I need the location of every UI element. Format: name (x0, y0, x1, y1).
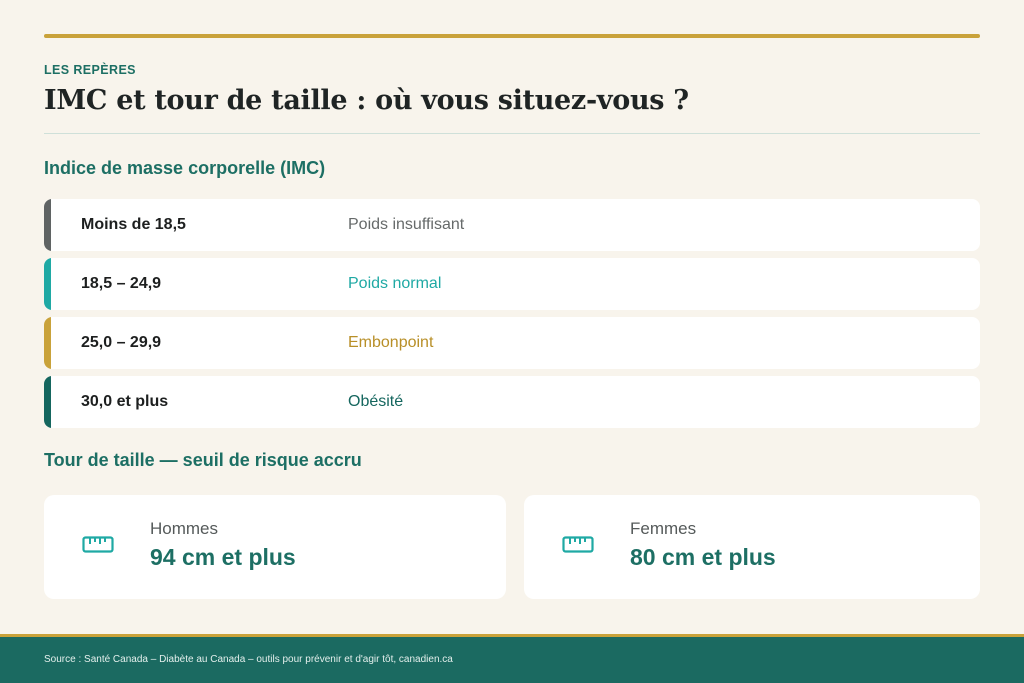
bmi-category: Poids insuffisant (348, 216, 465, 233)
waist-threshold-value: 94 cm et plus (150, 544, 296, 570)
waist-section-heading: Tour de taille — seuil de risque accru (44, 450, 362, 470)
footer-bar: Source : Santé Canada – Diabète au Canad… (0, 634, 1024, 683)
ruler-icon (562, 535, 594, 560)
bmi-category: Obésité (348, 393, 404, 410)
row-accent-bar (44, 317, 51, 369)
bmi-row-overweight: 25,0 – 29,9 Embonpoint (44, 317, 980, 369)
bmi-category: Embonpoint (348, 334, 434, 351)
ruler-icon (82, 535, 114, 560)
title-divider (44, 133, 980, 134)
source-citation: Source : Santé Canada – Diabète au Canad… (44, 654, 453, 665)
row-accent-bar (44, 376, 51, 428)
waist-threshold-value: 80 cm et plus (630, 544, 776, 570)
page-title: IMC et tour de taille : où vous situez-v… (44, 85, 689, 116)
bmi-row-normal: 18,5 – 24,9 Poids normal (44, 258, 980, 310)
bmi-range: Moins de 18,5 (81, 216, 186, 233)
waist-group-label: Femmes (630, 519, 697, 538)
bmi-section-heading: Indice de masse corporelle (IMC) (44, 158, 326, 178)
waist-card-women: Femmes 80 cm et plus (524, 495, 980, 599)
bmi-row-obesity: 30,0 et plus Obésité (44, 376, 980, 428)
eyebrow-label: LES REPÈRES (44, 63, 136, 77)
waist-card-men: Hommes 94 cm et plus (44, 495, 506, 599)
bmi-category: Poids normal (348, 275, 442, 292)
row-accent-bar (44, 258, 51, 310)
bmi-row-underweight: Moins de 18,5 Poids insuffisant (44, 199, 980, 251)
waist-group-label: Hommes (150, 519, 219, 538)
top-gold-rule (44, 34, 980, 38)
bmi-range: 18,5 – 24,9 (81, 275, 162, 292)
row-accent-bar (44, 199, 51, 251)
bmi-range: 25,0 – 29,9 (81, 334, 162, 351)
bmi-range: 30,0 et plus (81, 393, 169, 410)
